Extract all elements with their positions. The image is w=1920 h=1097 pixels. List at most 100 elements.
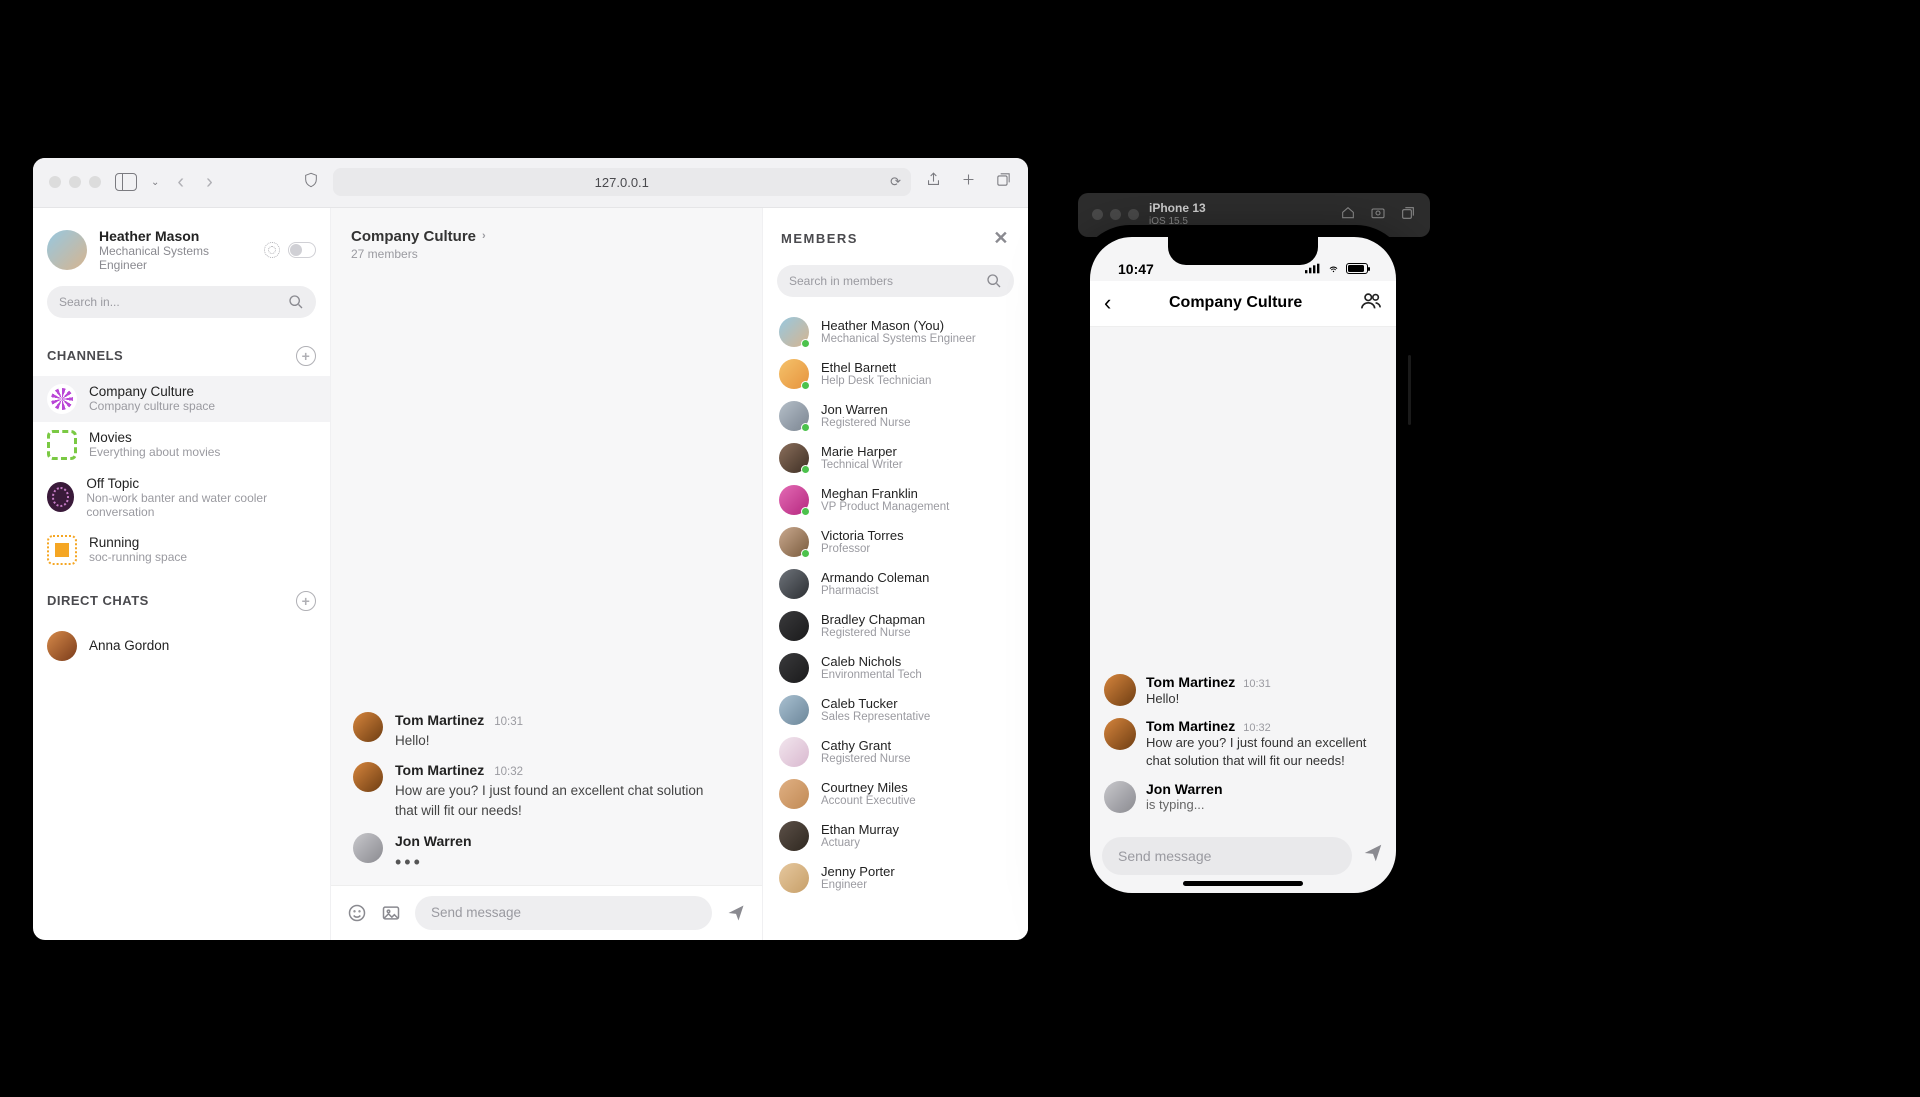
member-row[interactable]: Jenny PorterEngineer bbox=[763, 857, 1028, 899]
avatar[interactable] bbox=[1104, 718, 1136, 750]
channel-off-topic[interactable]: Off Topic Non-work banter and water cool… bbox=[33, 468, 330, 527]
member-row[interactable]: Heather Mason (You)Mechanical Systems En… bbox=[763, 311, 1028, 353]
message-author: Tom Martinez bbox=[1146, 674, 1235, 690]
search-icon bbox=[986, 273, 1002, 289]
member-name: Caleb Tucker bbox=[821, 696, 930, 711]
member-name: Armando Coleman bbox=[821, 570, 929, 585]
member-role: Account Executive bbox=[821, 795, 916, 807]
dropdown-caret-icon[interactable]: ⌄ bbox=[151, 177, 159, 188]
message-author: Jon Warren bbox=[1146, 781, 1223, 797]
avatar[interactable] bbox=[353, 762, 383, 792]
phone-header: ‹ Company Culture bbox=[1090, 281, 1396, 327]
send-button[interactable] bbox=[726, 903, 746, 923]
message: Tom Martinez10:31 Hello! bbox=[1104, 674, 1382, 708]
settings-icon[interactable] bbox=[264, 242, 280, 258]
tabs-overview-icon[interactable] bbox=[995, 171, 1012, 193]
channel-movies[interactable]: Movies Everything about movies bbox=[33, 422, 330, 468]
external-icon[interactable] bbox=[1400, 205, 1416, 224]
url-bar[interactable]: 127.0.0.1 ⟳ bbox=[333, 168, 911, 196]
message-list[interactable]: Tom Martinez 10:31 Hello! Tom Martinez 1… bbox=[331, 269, 762, 885]
member-role: Actuary bbox=[821, 837, 899, 849]
conversation-pane: Company Culture › 27 members Tom Martine… bbox=[331, 208, 762, 940]
phone-messages[interactable]: Tom Martinez10:31 Hello! Tom Martinez10:… bbox=[1090, 327, 1396, 827]
message-author: Tom Martinez bbox=[1146, 718, 1235, 734]
member-row[interactable]: Victoria TorresProfessor bbox=[763, 521, 1028, 563]
member-role: Sales Representative bbox=[821, 711, 930, 723]
window-traffic-lights[interactable] bbox=[49, 176, 101, 188]
message-time: 10:32 bbox=[494, 766, 523, 778]
avatar bbox=[47, 631, 77, 661]
typing-indicator-icon: ••• bbox=[395, 852, 472, 873]
member-row[interactable]: Armando ColemanPharmacist bbox=[763, 563, 1028, 605]
close-icon[interactable]: ✕ bbox=[993, 228, 1010, 249]
add-dm-button[interactable]: + bbox=[296, 591, 316, 611]
left-sidebar: Heather Mason Mechanical Systems Enginee… bbox=[33, 208, 331, 940]
presence-toggle[interactable] bbox=[288, 242, 316, 258]
close-window-icon[interactable] bbox=[49, 176, 61, 188]
back-button[interactable]: ‹ bbox=[1104, 290, 1111, 316]
online-dot-icon bbox=[801, 549, 810, 558]
message-text: How are you? I just found an excellent c… bbox=[1146, 734, 1382, 770]
add-channel-button[interactable]: + bbox=[296, 346, 316, 366]
home-indicator[interactable] bbox=[1183, 881, 1303, 886]
avatar bbox=[779, 821, 809, 851]
phone-message-input[interactable]: Send message bbox=[1102, 837, 1352, 875]
member-name: Marie Harper bbox=[821, 444, 903, 459]
image-attach-icon[interactable] bbox=[381, 903, 401, 923]
members-search[interactable]: Search in members bbox=[777, 265, 1014, 297]
member-row[interactable]: Cathy GrantRegistered Nurse bbox=[763, 731, 1028, 773]
members-panel: MEMBERS ✕ Search in members Heather Maso… bbox=[762, 208, 1028, 940]
member-row[interactable]: Courtney MilesAccount Executive bbox=[763, 773, 1028, 815]
message: Tom Martinez10:32 How are you? I just fo… bbox=[1104, 718, 1382, 770]
back-button[interactable]: ‹ bbox=[173, 171, 188, 194]
message-composer: Send message bbox=[331, 885, 762, 940]
dm-anna-gordon[interactable]: Anna Gordon bbox=[33, 621, 330, 671]
thread-title[interactable]: Company Culture bbox=[351, 228, 476, 245]
member-row[interactable]: Marie HarperTechnical Writer bbox=[763, 437, 1028, 479]
emoji-icon[interactable] bbox=[347, 903, 367, 923]
avatar bbox=[779, 401, 809, 431]
avatar[interactable] bbox=[1104, 781, 1136, 813]
message-text: Hello! bbox=[1146, 690, 1382, 708]
members-icon[interactable] bbox=[1360, 290, 1382, 317]
home-icon[interactable] bbox=[1340, 205, 1356, 224]
member-row[interactable]: Jon WarrenRegistered Nurse bbox=[763, 395, 1028, 437]
member-row[interactable]: Ethel BarnettHelp Desk Technician bbox=[763, 353, 1028, 395]
channel-name: Running bbox=[89, 535, 187, 550]
channel-company-culture[interactable]: Company Culture Company culture space bbox=[33, 376, 330, 422]
message-input[interactable]: Send message bbox=[415, 896, 712, 930]
new-tab-icon[interactable] bbox=[960, 171, 977, 193]
message-time: 10:31 bbox=[494, 716, 523, 728]
sidebar-search[interactable]: Search in... bbox=[47, 286, 316, 318]
send-button[interactable] bbox=[1362, 842, 1384, 869]
avatar[interactable] bbox=[47, 230, 87, 270]
members-list[interactable]: Heather Mason (You)Mechanical Systems En… bbox=[763, 307, 1028, 940]
avatar[interactable] bbox=[1104, 674, 1136, 706]
screenshot-icon[interactable] bbox=[1370, 205, 1386, 224]
avatar bbox=[779, 779, 809, 809]
forward-button[interactable]: › bbox=[202, 171, 217, 194]
avatar[interactable] bbox=[353, 712, 383, 742]
avatar bbox=[779, 611, 809, 641]
window-traffic-lights[interactable] bbox=[1092, 209, 1139, 220]
wifi-icon bbox=[1326, 261, 1341, 277]
member-row[interactable]: Meghan FranklinVP Product Management bbox=[763, 479, 1028, 521]
reload-icon[interactable]: ⟳ bbox=[890, 174, 901, 190]
privacy-shield-icon[interactable] bbox=[303, 172, 319, 193]
avatar[interactable] bbox=[353, 833, 383, 863]
member-role: Professor bbox=[821, 543, 904, 555]
minimize-window-icon[interactable] bbox=[69, 176, 81, 188]
chevron-right-icon[interactable]: › bbox=[482, 230, 486, 242]
channel-running[interactable]: Running soc-running space bbox=[33, 527, 330, 573]
maximize-window-icon[interactable] bbox=[89, 176, 101, 188]
member-row[interactable]: Ethan MurrayActuary bbox=[763, 815, 1028, 857]
member-row[interactable]: Caleb TuckerSales Representative bbox=[763, 689, 1028, 731]
member-row[interactable]: Caleb NicholsEnvironmental Tech bbox=[763, 647, 1028, 689]
phone-stage: iPhone 13 iOS 15.5 10:47 ‹ Company Cultu… bbox=[1078, 193, 1438, 905]
avatar bbox=[779, 317, 809, 347]
typing-text: is typing... bbox=[1146, 797, 1382, 812]
search-icon bbox=[288, 294, 304, 310]
member-row[interactable]: Bradley ChapmanRegistered Nurse bbox=[763, 605, 1028, 647]
sidebar-toggle-icon[interactable] bbox=[115, 173, 137, 191]
share-icon[interactable] bbox=[925, 171, 942, 193]
